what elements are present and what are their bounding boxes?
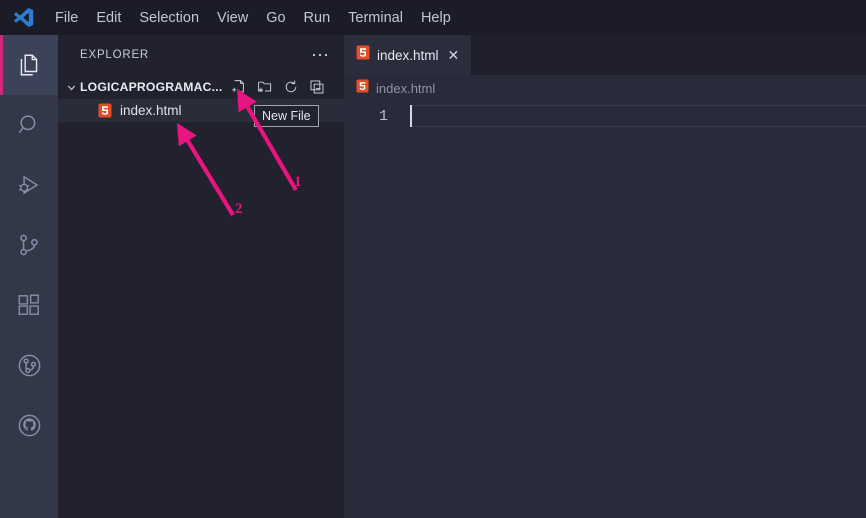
title-bar: File Edit Selection View Go Run Terminal… [0, 0, 866, 35]
menu-view[interactable]: View [208, 6, 257, 30]
activity-item-extensions[interactable] [0, 275, 58, 335]
activity-bar [0, 35, 58, 518]
menu-bar: File Edit Selection View Go Run Terminal… [46, 0, 460, 35]
explorer-title: EXPLORER [80, 49, 150, 61]
source-control-icon [16, 232, 42, 258]
menu-terminal[interactable]: Terminal [339, 6, 412, 30]
activity-item-github[interactable] [0, 395, 58, 455]
breadcrumb: index.html [344, 75, 866, 101]
menu-go[interactable]: Go [257, 6, 294, 30]
code-editor[interactable]: 1 [344, 105, 866, 518]
new-file-icon[interactable] [231, 79, 247, 95]
editor-tab-bar: index.html ✕ [344, 35, 866, 75]
files-icon [16, 52, 42, 78]
new-file-tooltip: New File [254, 105, 319, 127]
code-line: 1 [344, 105, 866, 127]
chevron-down-icon[interactable] [62, 81, 80, 94]
tab-index-html[interactable]: index.html ✕ [344, 35, 472, 75]
line-content[interactable] [410, 105, 866, 127]
github-icon [16, 412, 43, 439]
menu-run[interactable]: Run [295, 6, 340, 30]
line-number: 1 [378, 107, 388, 125]
explorer-header: EXPLORER ⋯ [58, 35, 344, 75]
extensions-icon [16, 292, 42, 318]
git-graph-icon [16, 352, 43, 379]
activity-item-run-and-debug[interactable] [0, 155, 58, 215]
explorer-folder-actions [231, 79, 325, 95]
html5-icon [356, 79, 369, 98]
menu-selection[interactable]: Selection [130, 6, 208, 30]
vscode-logo-icon [0, 0, 46, 35]
editor-area: index.html ✕ index.html 1 [344, 35, 866, 518]
activity-item-search[interactable] [0, 95, 58, 155]
menu-edit[interactable]: Edit [87, 6, 130, 30]
menu-file[interactable]: File [46, 6, 87, 30]
refresh-icon[interactable] [283, 79, 299, 95]
activity-item-git-graph[interactable] [0, 335, 58, 395]
breadcrumb-label: index.html [376, 80, 436, 96]
activity-item-explorer[interactable] [0, 35, 58, 95]
explorer-folder-row[interactable]: LOGICAPROGRAMAC... [58, 75, 344, 99]
close-icon[interactable]: ✕ [446, 48, 462, 62]
tab-label: index.html [377, 47, 439, 63]
explorer-folder-name: LOGICAPROGRAMAC... [80, 80, 223, 94]
collapse-all-icon[interactable] [309, 79, 325, 95]
html5-icon [96, 103, 113, 118]
activity-item-source-control[interactable] [0, 215, 58, 275]
new-folder-icon[interactable] [257, 79, 273, 95]
vscode-window: File Edit Selection View Go Run Terminal… [0, 0, 866, 518]
ellipsis-icon[interactable]: ⋯ [311, 46, 330, 64]
menu-help[interactable]: Help [412, 6, 460, 30]
search-icon [16, 112, 42, 138]
sidebar-file-label: index.html [120, 103, 182, 118]
run-debug-icon [16, 172, 42, 198]
text-cursor [410, 105, 412, 127]
html5-icon [356, 45, 370, 65]
